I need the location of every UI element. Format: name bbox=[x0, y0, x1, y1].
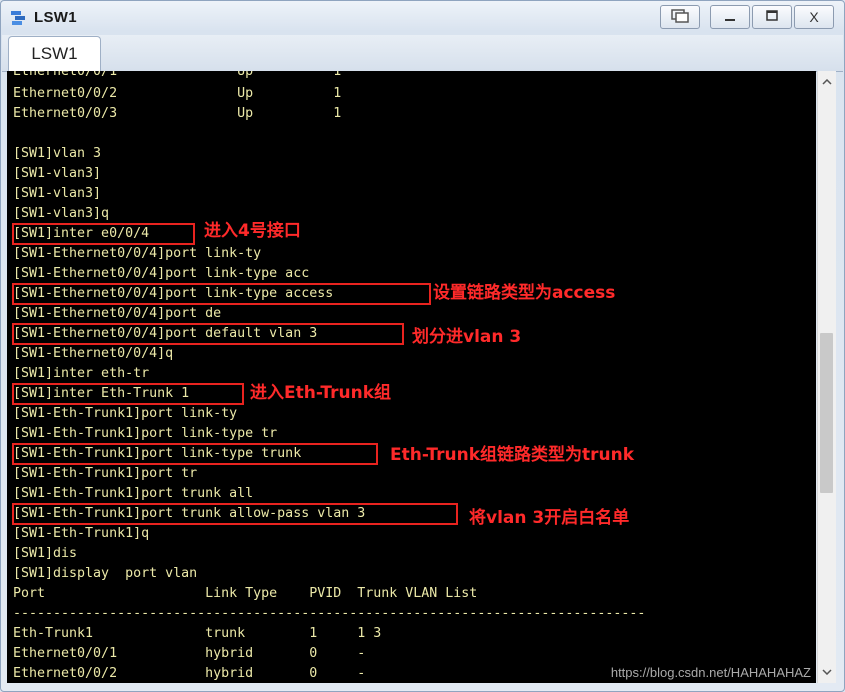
highlight-box bbox=[12, 283, 431, 305]
annotation-note: 将vlan 3开启白名单 bbox=[469, 508, 630, 528]
annotation-note: Eth-Trunk组链路类型为trunk bbox=[390, 445, 635, 465]
terminal-line: [SW1]dis bbox=[13, 546, 78, 561]
restore-button[interactable] bbox=[660, 5, 700, 29]
annotation-note: 进入Eth-Trunk组 bbox=[250, 383, 392, 403]
terminal-line: [SW1-Ethernet0/0/4]port de bbox=[13, 306, 222, 321]
terminal-line: [SW1-Eth-Trunk1]port link-type tr bbox=[13, 426, 278, 441]
terminal-line: [SW1-Eth-Trunk1]port tr bbox=[13, 466, 198, 481]
vertical-scrollbar[interactable] bbox=[817, 71, 836, 683]
highlight-box bbox=[12, 383, 244, 405]
tab-strip: LSW1 bbox=[2, 35, 843, 72]
terminal-line: [SW1]vlan 3 bbox=[13, 146, 102, 161]
terminal-console[interactable]: Ethernet0/0/1 Up 1 Ethernet0/0/2 Up 1 Et… bbox=[7, 71, 816, 683]
annotation-note: 进入4号接口 bbox=[204, 221, 301, 241]
terminal-line: Ethernet0/0/1 Up 1 bbox=[13, 71, 342, 79]
terminal-line: [SW1-Eth-Trunk1]port trunk all bbox=[13, 486, 254, 501]
terminal-line: Ethernet0/0/2 Up 1 bbox=[13, 86, 342, 101]
maximize-icon bbox=[765, 9, 779, 26]
terminal-line: [SW1-Eth-Trunk1]q bbox=[13, 526, 150, 541]
annotation-note: 划分进vlan 3 bbox=[412, 327, 522, 347]
minimize-button[interactable] bbox=[710, 5, 750, 29]
terminal-line: [SW1-vlan3] bbox=[13, 186, 102, 201]
terminal-line: ----------------------------------------… bbox=[13, 606, 646, 621]
highlight-box bbox=[12, 443, 378, 465]
terminal-line: Ethernet0/0/2 hybrid 0 - bbox=[13, 666, 366, 681]
scroll-down-icon[interactable] bbox=[818, 663, 836, 681]
terminal-line: [SW1-vlan3]q bbox=[13, 206, 110, 221]
close-button[interactable]: X bbox=[794, 5, 834, 29]
terminal-line: Ethernet0/0/3 Up 1 bbox=[13, 106, 342, 121]
terminal-line: [SW1-Ethernet0/0/4]q bbox=[13, 346, 174, 361]
highlight-box bbox=[12, 503, 458, 525]
close-icon: X bbox=[809, 9, 819, 25]
terminal-line: [SW1-vlan3] bbox=[13, 166, 102, 181]
title-bar[interactable]: LSW1 X bbox=[1, 1, 844, 35]
switch-app-icon bbox=[10, 9, 28, 27]
terminal-line: Port Link Type PVID Trunk VLAN List bbox=[13, 586, 478, 601]
highlight-box bbox=[12, 223, 195, 245]
terminal-line: [SW1-Ethernet0/0/4]port link-ty bbox=[13, 246, 262, 261]
scroll-up-icon[interactable] bbox=[818, 73, 836, 91]
terminal-line: [SW1-Eth-Trunk1]port link-ty bbox=[13, 406, 238, 421]
terminal-line: Eth-Trunk1 trunk 1 1 3 bbox=[13, 626, 382, 641]
maximize-button[interactable] bbox=[752, 5, 792, 29]
terminal-line: [SW1]display port vlan bbox=[13, 566, 198, 581]
window-title: LSW1 bbox=[34, 9, 77, 26]
restore-icon bbox=[671, 8, 689, 26]
tab-lsw1[interactable]: LSW1 bbox=[8, 36, 101, 71]
terminal-line: [SW1]inter eth-tr bbox=[13, 366, 150, 381]
annotation-note: 设置链路类型为access bbox=[433, 283, 616, 303]
terminal-line: Ethernet0/0/1 hybrid 0 - bbox=[13, 646, 366, 661]
scrollbar-thumb[interactable] bbox=[820, 333, 833, 493]
terminal-line: [SW1-Ethernet0/0/4]port link-type acc bbox=[13, 266, 310, 281]
watermark: https://blog.csdn.net/HAHAHAHAZ bbox=[610, 665, 811, 680]
highlight-box bbox=[12, 323, 404, 345]
minimize-icon bbox=[723, 9, 737, 26]
